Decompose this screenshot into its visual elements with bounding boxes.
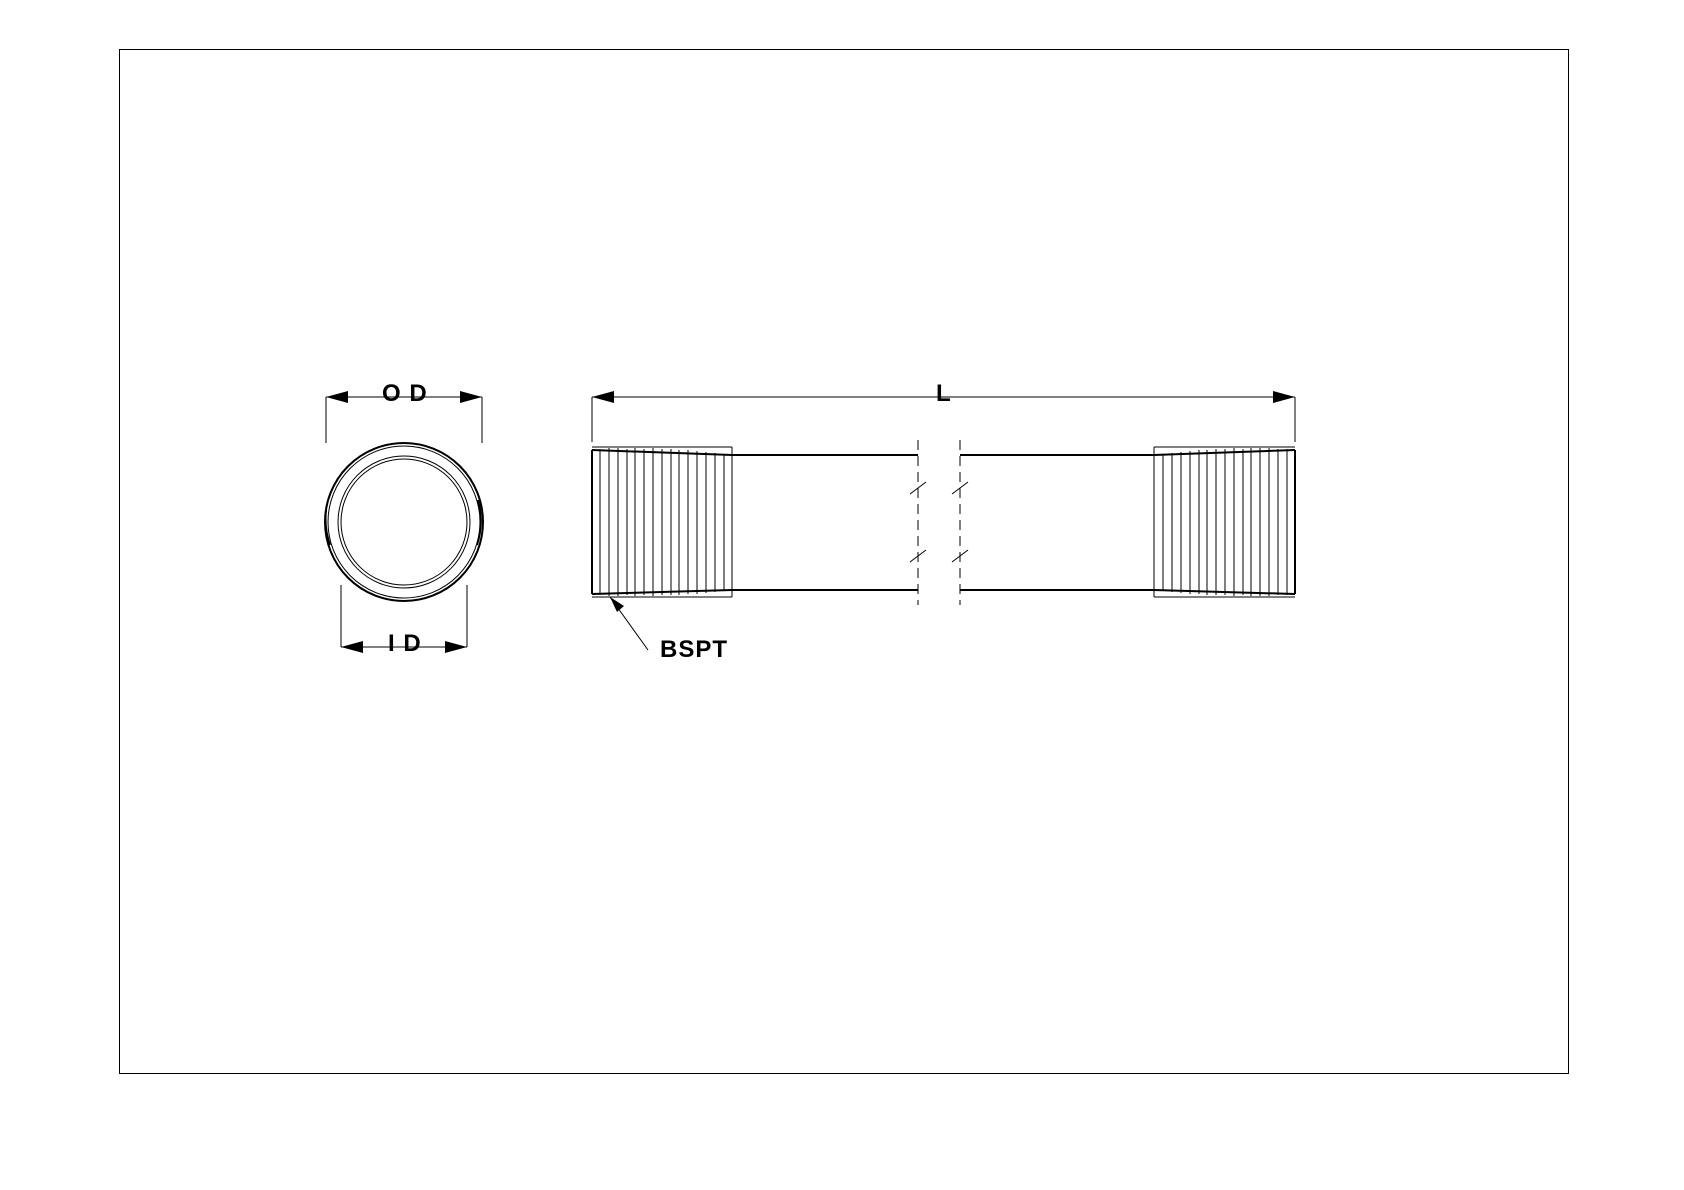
id-label: I D bbox=[388, 630, 422, 658]
end-view-accent-right bbox=[477, 500, 481, 545]
od-arrow-right bbox=[460, 391, 482, 403]
id-arrow-right bbox=[445, 641, 467, 653]
end-view-outer-circle bbox=[325, 443, 483, 601]
end-view-outer-ring-inner bbox=[328, 446, 480, 598]
end-view-inner-ring bbox=[338, 456, 470, 588]
l-arrow-left bbox=[592, 391, 614, 403]
bspt-leader-arrow bbox=[610, 597, 624, 612]
length-label: L bbox=[936, 380, 952, 408]
drawing-canvas: O D I D L BSPT bbox=[119, 49, 1569, 1074]
od-label: O D bbox=[382, 380, 428, 408]
l-arrow-right bbox=[1273, 391, 1295, 403]
thread-left-group bbox=[600, 448, 724, 596]
od-arrow-left bbox=[326, 391, 348, 403]
thread-type-label: BSPT bbox=[660, 636, 728, 664]
drawing-svg bbox=[120, 50, 1570, 1075]
end-view-inner-circle bbox=[341, 459, 467, 585]
thread-right-group bbox=[1163, 448, 1287, 596]
id-arrow-left bbox=[341, 641, 363, 653]
